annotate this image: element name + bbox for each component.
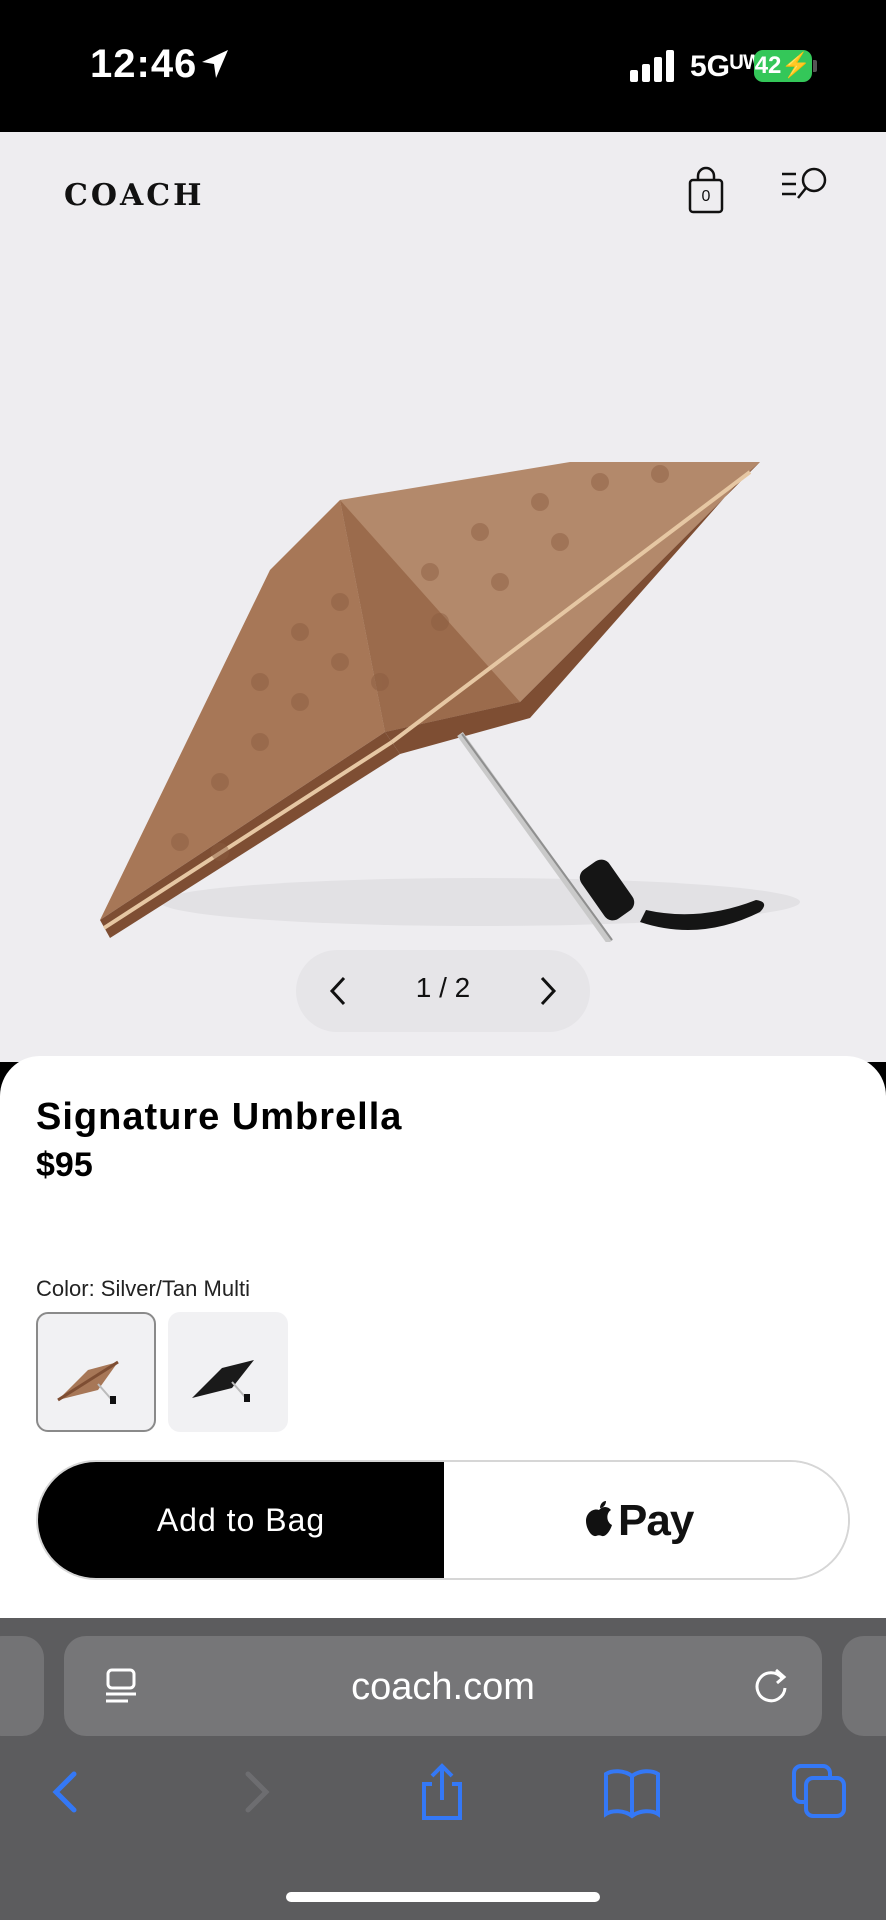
color-label: Color: Silver/Tan Multi — [36, 1276, 250, 1301]
battery-level: 42 — [754, 52, 782, 79]
image-pager: 1 / 2 — [296, 950, 590, 1032]
chevron-right-icon[interactable] — [528, 970, 568, 1012]
reload-icon[interactable] — [750, 1664, 792, 1706]
bag-count: 0 — [701, 188, 711, 205]
add-to-bag-button[interactable]: Add to Bag — [38, 1462, 444, 1578]
battery-charging-icon: 42⚡ — [754, 50, 812, 82]
status-time: 12:46 — [90, 42, 198, 86]
home-indicator — [286, 1892, 600, 1902]
color-swatch-black[interactable] — [168, 1312, 288, 1432]
product-title: Signature Umbrella — [36, 1096, 403, 1138]
forward-icon[interactable] — [226, 1762, 286, 1822]
color-swatch-silver-tan[interactable] — [36, 1312, 156, 1432]
apple-pay-button[interactable]: Pay — [444, 1462, 848, 1578]
network-label: 5Gᵁᵂ — [690, 50, 763, 83]
apple-pay-label: Pay — [618, 1496, 694, 1545]
battery-cap — [813, 60, 817, 72]
previous-tab-preview[interactable] — [0, 1636, 44, 1736]
purchase-buttons: Add to Bag Pay — [36, 1460, 850, 1580]
tabs-icon[interactable] — [790, 1762, 850, 1822]
apple-logo-icon — [586, 1501, 612, 1537]
location-arrow-icon — [202, 50, 228, 78]
product-details: Signature Umbrella $95 Color: Silver/Tan… — [0, 1056, 886, 1620]
tan-umbrella-thumbnail — [57, 1360, 119, 1404]
brand-logo[interactable]: COACH — [64, 178, 205, 213]
status-bar: 12:46 5Gᵁᵂ 42⚡ — [0, 0, 886, 132]
umbrella-image — [100, 462, 800, 942]
cellular-signal-icon — [630, 50, 674, 82]
address-bar[interactable]: coach.com — [64, 1636, 822, 1736]
back-icon[interactable] — [36, 1762, 96, 1822]
bookmarks-icon[interactable] — [602, 1762, 662, 1822]
black-umbrella-thumbnail — [192, 1360, 254, 1402]
product-price: $95 — [36, 1146, 93, 1184]
next-tab-preview[interactable] — [842, 1636, 886, 1736]
url-text: coach.com — [351, 1666, 535, 1708]
share-icon[interactable] — [412, 1762, 472, 1822]
product-hero: COACH 0 1 / 2 — [0, 132, 886, 1062]
browser-toolbar: coach.com — [0, 1618, 886, 1920]
menu-search-icon[interactable] — [778, 166, 832, 206]
